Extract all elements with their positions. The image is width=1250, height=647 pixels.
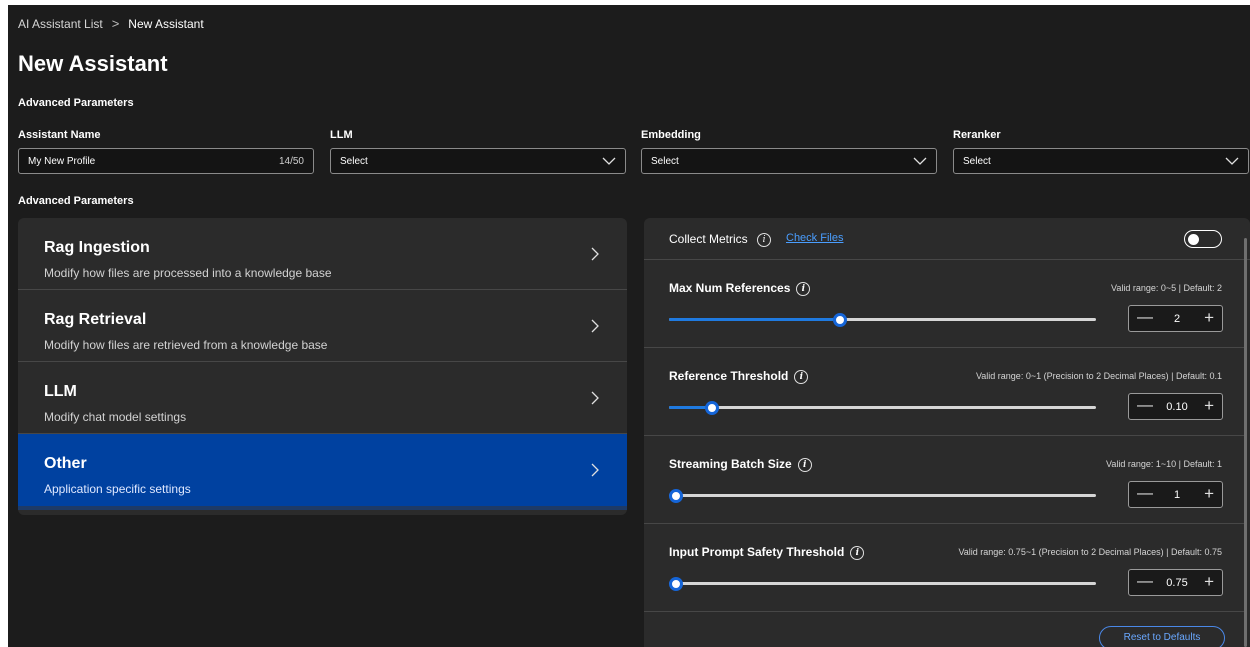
param-slider[interactable]	[669, 577, 1096, 591]
info-icon[interactable]: i	[796, 281, 811, 296]
settings-category-list: Rag Ingestion Modify how files are proce…	[18, 218, 627, 515]
info-icon[interactable]: i	[757, 232, 772, 247]
stepper-value[interactable]: 0.75	[1159, 577, 1195, 589]
stepper-value[interactable]: 2	[1159, 313, 1195, 325]
param-slider[interactable]	[669, 313, 1096, 327]
param-stepper: — 0.75 +	[1128, 569, 1223, 596]
slider-thumb[interactable]	[705, 401, 719, 415]
info-icon[interactable]: i	[850, 545, 865, 560]
param-input-prompt-safety-threshold: Input Prompt Safety Threshold i Valid ran…	[644, 525, 1244, 612]
slider-thumb[interactable]	[669, 489, 683, 503]
check-files-link[interactable]: Check Files	[786, 232, 843, 244]
collect-metrics-text: Collect Metrics	[669, 232, 748, 246]
nav-item-rag-ingestion[interactable]: Rag Ingestion Modify how files are proce…	[18, 218, 627, 290]
param-range-text: Valid range: 0~5 | Default: 2	[1111, 283, 1222, 293]
llm-select[interactable]: Select	[330, 148, 626, 174]
chevron-right-icon	[591, 247, 599, 261]
param-title-text: Streaming Batch Size	[669, 457, 792, 471]
app-window: AI Assistant List > New Assistant New As…	[8, 5, 1250, 647]
param-stepper: — 2 +	[1128, 305, 1223, 332]
reranker-label: Reranker	[953, 129, 1001, 141]
slider-fill	[669, 318, 840, 321]
nav-item-title: Rag Ingestion	[44, 239, 150, 256]
nav-item-rag-retrieval[interactable]: Rag Retrieval Modify how files are retri…	[18, 290, 627, 362]
param-stepper: — 0.10 +	[1128, 393, 1223, 420]
chevron-down-icon	[1225, 157, 1239, 165]
nav-item-other[interactable]: Other Application specific settings	[18, 434, 627, 510]
chevron-down-icon	[913, 157, 927, 165]
nav-item-title: Rag Retrieval	[44, 311, 147, 328]
section-heading-top: Advanced Parameters	[18, 97, 134, 109]
collect-metrics-label: Collect Metrics i	[669, 232, 772, 247]
section-heading-advanced: Advanced Parameters	[18, 195, 134, 207]
breadcrumb-current: New Assistant	[128, 16, 204, 31]
param-title: Streaming Batch Size i	[669, 457, 812, 472]
breadcrumb-parent-link[interactable]: AI Assistant List	[18, 17, 103, 31]
param-range-text: Valid range: 0.75~1 (Precision to 2 Deci…	[958, 547, 1222, 557]
reranker-select[interactable]: Select	[953, 148, 1249, 174]
nav-item-description: Application specific settings	[44, 482, 191, 496]
slider-thumb[interactable]	[669, 577, 683, 591]
chevron-right-icon	[591, 319, 599, 333]
other-settings-panel: Collect Metrics i Check Files Max Num Re…	[644, 218, 1250, 647]
info-icon[interactable]: i	[794, 369, 809, 384]
nav-item-description: Modify how files are retrieved from a kn…	[44, 338, 328, 352]
decrement-button[interactable]: —	[1137, 573, 1153, 591]
param-slider[interactable]	[669, 489, 1096, 503]
breadcrumb-separator: >	[111, 16, 120, 31]
param-title: Reference Threshold i	[669, 369, 809, 384]
decrement-button[interactable]: —	[1137, 485, 1153, 503]
increment-button[interactable]: +	[1204, 396, 1214, 416]
breadcrumb: AI Assistant List > New Assistant	[18, 16, 204, 31]
param-range-text: Valid range: 0~1 (Precision to 2 Decimal…	[975, 371, 1222, 381]
chevron-right-icon	[591, 391, 599, 405]
param-max-num-references: Max Num References i Valid range: 0~5 | D…	[644, 261, 1244, 348]
slider-track	[669, 406, 1096, 409]
param-reference-threshold: Reference Threshold i Valid range: 0~1 (P…	[644, 349, 1244, 436]
nav-item-llm[interactable]: LLM Modify chat model settings	[18, 362, 627, 434]
assistant-name-input[interactable]: My New Profile 14/50	[18, 148, 314, 174]
slider-track	[669, 494, 1096, 497]
reset-to-defaults-button[interactable]: Reset to Defaults	[1099, 626, 1225, 647]
toggle-knob	[1188, 233, 1199, 245]
increment-button[interactable]: +	[1204, 308, 1214, 328]
collect-metrics-row: Collect Metrics i Check Files	[644, 218, 1250, 260]
embedding-select[interactable]: Select	[641, 148, 937, 174]
slider-track	[669, 582, 1096, 585]
embedding-select-value: Select	[651, 155, 679, 167]
nav-item-description: Modify chat model settings	[44, 410, 187, 424]
param-title: Input Prompt Safety Threshold i	[669, 545, 865, 560]
assistant-name-value: My New Profile	[28, 155, 96, 167]
nav-item-title: LLM	[44, 383, 77, 400]
info-icon[interactable]: i	[797, 457, 812, 472]
llm-label: LLM	[330, 129, 353, 141]
param-title: Max Num References i	[669, 281, 811, 296]
param-streaming-batch-size: Streaming Batch Size i Valid range: 1~10 …	[644, 437, 1244, 524]
scrollbar[interactable]	[1244, 238, 1247, 647]
param-slider[interactable]	[669, 401, 1096, 415]
page-title: New Assistant	[18, 51, 168, 76]
llm-select-value: Select	[340, 155, 368, 167]
stepper-value[interactable]: 1	[1159, 489, 1195, 501]
collect-metrics-toggle[interactable]	[1184, 230, 1222, 248]
nav-item-description: Modify how files are processed into a kn…	[44, 266, 332, 280]
param-title-text: Reference Threshold	[669, 369, 789, 383]
chevron-down-icon	[602, 157, 616, 165]
assistant-name-label: Assistant Name	[18, 129, 101, 141]
param-title-text: Max Num References	[669, 281, 791, 295]
param-title-text: Input Prompt Safety Threshold	[669, 545, 845, 559]
param-stepper: — 1 +	[1128, 481, 1223, 508]
increment-button[interactable]: +	[1204, 484, 1214, 504]
slider-thumb[interactable]	[833, 313, 847, 327]
chevron-right-icon	[591, 463, 599, 477]
increment-button[interactable]: +	[1204, 572, 1214, 592]
character-count: 14/50	[278, 155, 304, 167]
decrement-button[interactable]: —	[1137, 397, 1153, 415]
stepper-value[interactable]: 0.10	[1159, 401, 1195, 413]
embedding-label: Embedding	[641, 129, 701, 141]
nav-item-title: Other	[44, 455, 87, 472]
decrement-button[interactable]: —	[1137, 309, 1153, 327]
reranker-select-value: Select	[963, 155, 991, 167]
param-range-text: Valid range: 1~10 | Default: 1	[1106, 459, 1222, 469]
